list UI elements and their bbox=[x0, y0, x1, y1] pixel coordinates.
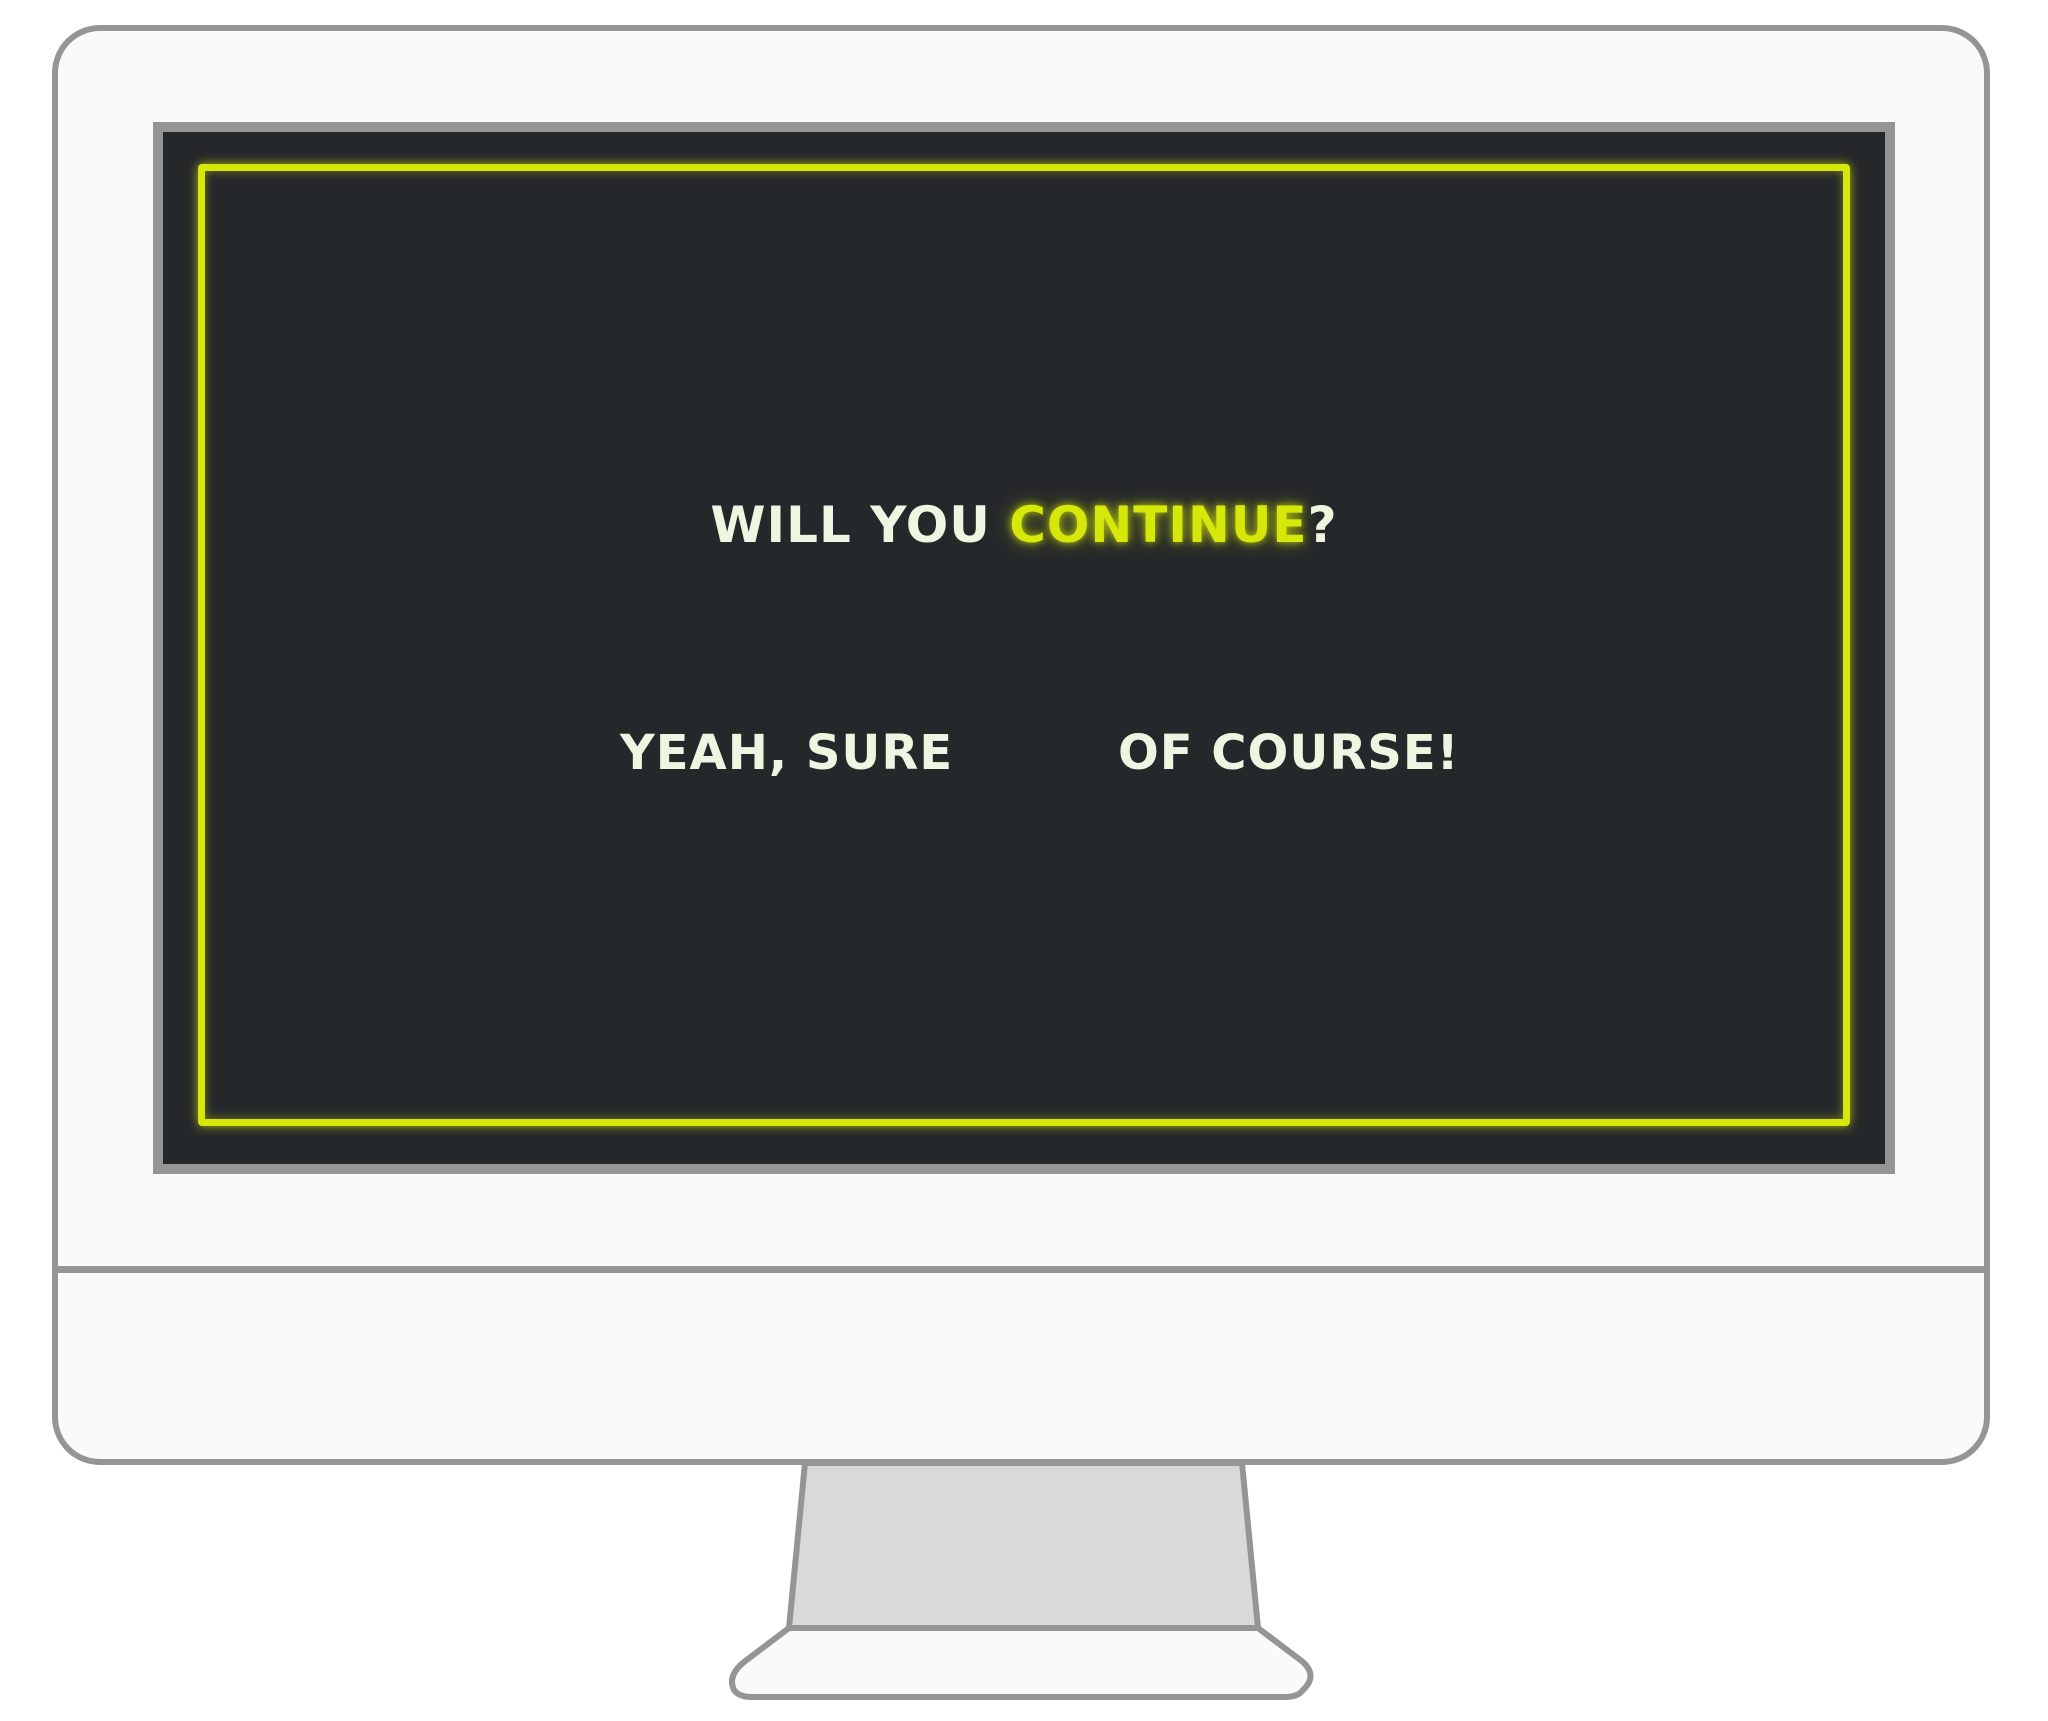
choice-of-course-button[interactable]: OF COURSE! bbox=[1118, 725, 1460, 781]
stage: WILL YOU CONTINUE? YEAH, SURE OF COURSE! bbox=[0, 0, 2048, 1721]
question-prefix: WILL YOU bbox=[710, 496, 1010, 554]
choice-yeah-sure-button[interactable]: YEAH, SURE bbox=[620, 725, 953, 781]
monitor-chin-divider bbox=[52, 1266, 1990, 1273]
neon-border-frame bbox=[198, 164, 1850, 1126]
question-suffix: ? bbox=[1307, 496, 1338, 554]
dialog-question: WILL YOU CONTINUE? bbox=[0, 496, 2048, 554]
question-accent-word: CONTINUE bbox=[1009, 496, 1308, 554]
